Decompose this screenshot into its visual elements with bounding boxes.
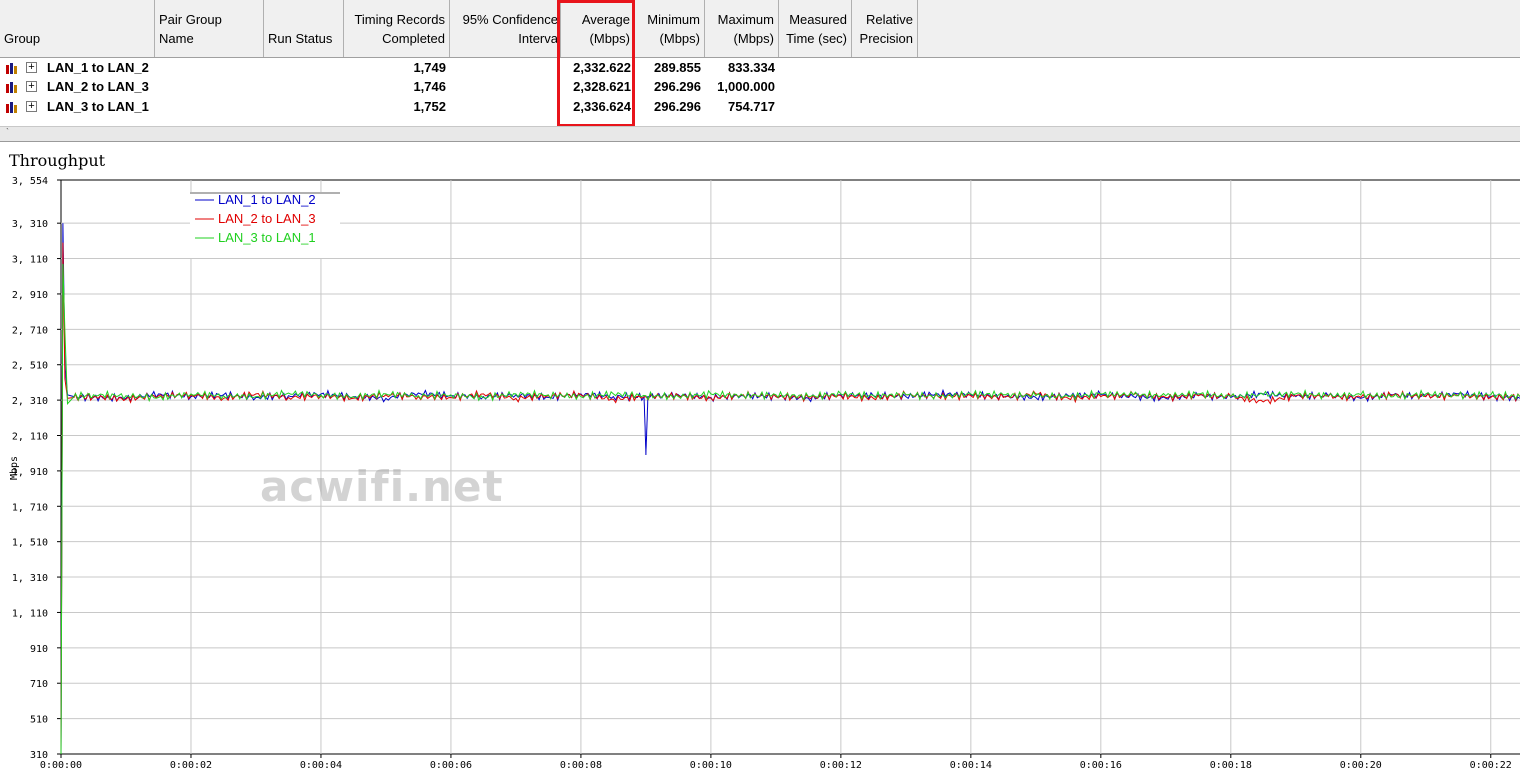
y-tick-label: 3, 554 <box>12 176 48 187</box>
average-column-highlight <box>557 0 635 127</box>
y-tick-label: 2, 310 <box>12 396 48 407</box>
x-tick-label: 0:00:02 <box>170 760 212 771</box>
watermark: acwifi.net <box>260 462 504 511</box>
throughput-chart: Throughput 3, 554 3, 310 3, 110 2, 910 2, 71… <box>9 151 1520 771</box>
x-tick-label: 0:00:12 <box>820 760 862 771</box>
row-minimum: 289.855 <box>654 60 701 75</box>
y-tick-label: 3, 310 <box>12 219 48 230</box>
pair-chart-icon <box>6 102 17 113</box>
column-header-group[interactable]: Group <box>0 0 155 57</box>
results-grid: Group Pair Group Name Run Status Timing R… <box>0 0 1520 134</box>
x-tick-label: 0:00:14 <box>950 760 992 771</box>
x-tick-label: 0:00:16 <box>1080 760 1122 771</box>
splitter-grip-icon: ` <box>6 127 9 137</box>
y-tick-label: 1, 110 <box>12 608 48 619</box>
row-group-name: LAN_3 to LAN_1 <box>47 99 149 114</box>
y-axis-label: Mbps <box>9 456 20 480</box>
expand-plus-icon[interactable]: + <box>26 101 37 112</box>
column-header-pair-group-name[interactable]: Pair Group Name <box>155 0 264 57</box>
y-tick-label: 1, 710 <box>12 502 48 513</box>
x-tick-label: 0:00:22 <box>1470 760 1512 771</box>
table-row[interactable]: + LAN_3 to LAN_1 1,752 2,336.624 296.296… <box>0 98 800 117</box>
y-tick-label: 2, 110 <box>12 432 48 443</box>
legend-label: LAN_1 to LAN_2 <box>218 192 316 207</box>
x-tick-label: 0:00:06 <box>430 760 472 771</box>
y-tick-label: 710 <box>30 679 48 690</box>
pair-chart-icon <box>6 63 17 74</box>
y-tick-label: 2, 710 <box>12 325 48 336</box>
expand-plus-icon[interactable]: + <box>26 62 37 73</box>
column-header-minimum[interactable]: Minimum (Mbps) <box>635 0 705 57</box>
column-header-maximum[interactable]: Maximum (Mbps) <box>705 0 779 57</box>
table-row[interactable]: + LAN_2 to LAN_3 1,746 2,328.621 296.296… <box>0 78 800 97</box>
legend-label: LAN_2 to LAN_3 <box>218 211 316 226</box>
row-maximum: 754.717 <box>728 99 775 114</box>
y-tick-label: 2, 910 <box>12 290 48 301</box>
chart-legend: LAN_1 to LAN_2 LAN_2 to LAN_3 LAN_3 to LAN… <box>190 192 340 258</box>
y-tick-label: 510 <box>30 715 48 726</box>
row-group-name: LAN_2 to LAN_3 <box>47 79 149 94</box>
x-tick-label: 0:00:10 <box>690 760 732 771</box>
pair-chart-icon <box>6 82 17 93</box>
column-header-measured-time[interactable]: Measured Time (sec) <box>779 0 852 57</box>
row-records: 1,752 <box>413 99 446 114</box>
y-tick-label: 2, 510 <box>12 361 48 372</box>
x-tick-label: 0:00:04 <box>300 760 342 771</box>
pane-splitter[interactable]: ` <box>0 126 1520 142</box>
x-axis-ticks: 0:00:00 0:00:02 0:00:04 0:00:06 0:00:08 0:00:… <box>40 754 1512 771</box>
chart-title: Throughput <box>9 151 106 170</box>
row-records: 1,749 <box>413 60 446 75</box>
x-tick-label: 0:00:18 <box>1210 760 1252 771</box>
x-tick-label: 0:00:20 <box>1340 760 1382 771</box>
row-minimum: 296.296 <box>654 79 701 94</box>
column-header-timing-records[interactable]: Timing Records Completed <box>344 0 450 57</box>
row-records: 1,746 <box>413 79 446 94</box>
column-header-confidence-interval[interactable]: 95% Confidence Interva <box>450 0 561 57</box>
x-tick-label: 0:00:08 <box>560 760 602 771</box>
row-maximum: 833.334 <box>728 60 775 75</box>
x-tick-label: 0:00:00 <box>40 760 82 771</box>
column-header-relative-precision[interactable]: Relative Precision <box>852 0 918 57</box>
expand-plus-icon[interactable]: + <box>26 81 37 92</box>
y-tick-label: 3, 110 <box>12 255 48 266</box>
row-minimum: 296.296 <box>654 99 701 114</box>
legend-label: LAN_3 to LAN_1 <box>218 230 316 245</box>
table-row[interactable]: + LAN_1 to LAN_2 1,749 2,332.622 289.855… <box>0 59 800 78</box>
column-header-run-status[interactable]: Run Status <box>264 0 344 57</box>
grid-header: Group Pair Group Name Run Status Timing R… <box>0 0 1520 58</box>
row-group-name: LAN_1 to LAN_2 <box>47 60 149 75</box>
row-maximum: 1,000.000 <box>717 79 775 94</box>
y-tick-label: 1, 310 <box>12 573 48 584</box>
y-tick-label: 1, 510 <box>12 538 48 549</box>
y-tick-label: 910 <box>30 644 48 655</box>
